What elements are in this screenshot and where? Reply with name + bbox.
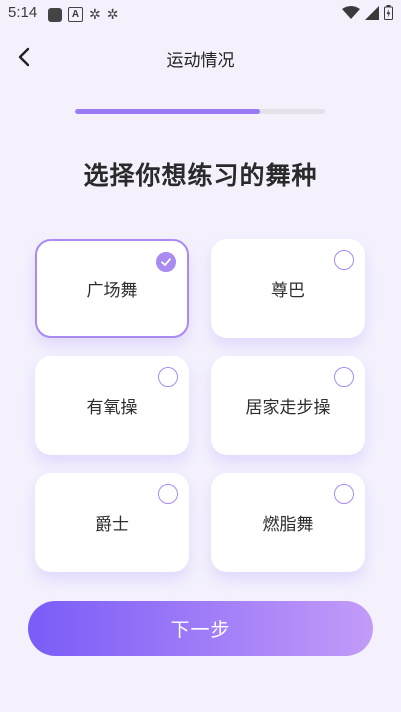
option-label: 尊巴	[271, 281, 305, 301]
radio-icon	[334, 484, 354, 504]
option-label: 广场舞	[86, 281, 138, 301]
battery-icon	[384, 5, 393, 20]
status-notifications: A ✲ ✲	[48, 6, 118, 23]
radio-icon	[158, 367, 178, 387]
status-bar: 5:14 A ✲ ✲	[0, 0, 401, 28]
top-nav-bar: 运动情况	[0, 40, 401, 74]
option-label: 爵士	[95, 515, 129, 535]
radio-icon	[158, 484, 178, 504]
signal-icon	[365, 5, 379, 20]
headline: 选择你想练习的舞种	[83, 161, 318, 190]
app-notification-icon	[48, 7, 62, 22]
option-card-guangchangwu[interactable]: 广场舞	[35, 239, 189, 338]
option-label: 有氧操	[86, 398, 138, 418]
status-time: 5:14	[8, 4, 38, 21]
option-card-zumba[interactable]: 尊巴	[211, 239, 365, 338]
option-card-aerobics[interactable]: 有氧操	[35, 356, 189, 455]
option-label: 燃脂舞	[262, 515, 314, 535]
option-card-home-walking[interactable]: 居家走步操	[211, 356, 365, 455]
bug-icon: ✲	[89, 6, 101, 22]
next-step-button[interactable]: 下一步	[28, 601, 373, 656]
radio-icon	[334, 367, 354, 387]
radio-icon	[334, 250, 354, 270]
progress-bar-fill	[75, 109, 260, 114]
bug-icon-2: ✲	[106, 6, 119, 22]
a-notification-icon: A	[68, 7, 83, 22]
progress-bar	[75, 109, 325, 114]
page-title: 运动情况	[166, 51, 235, 71]
wifi-icon	[342, 5, 360, 19]
option-card-jazz[interactable]: 爵士	[35, 473, 189, 572]
check-icon	[161, 258, 171, 266]
radio-check-icon	[156, 252, 176, 272]
option-label: 居家走步操	[245, 398, 331, 418]
option-card-fat-burning-dance[interactable]: 燃脂舞	[211, 473, 365, 572]
status-system-icons	[342, 5, 393, 20]
